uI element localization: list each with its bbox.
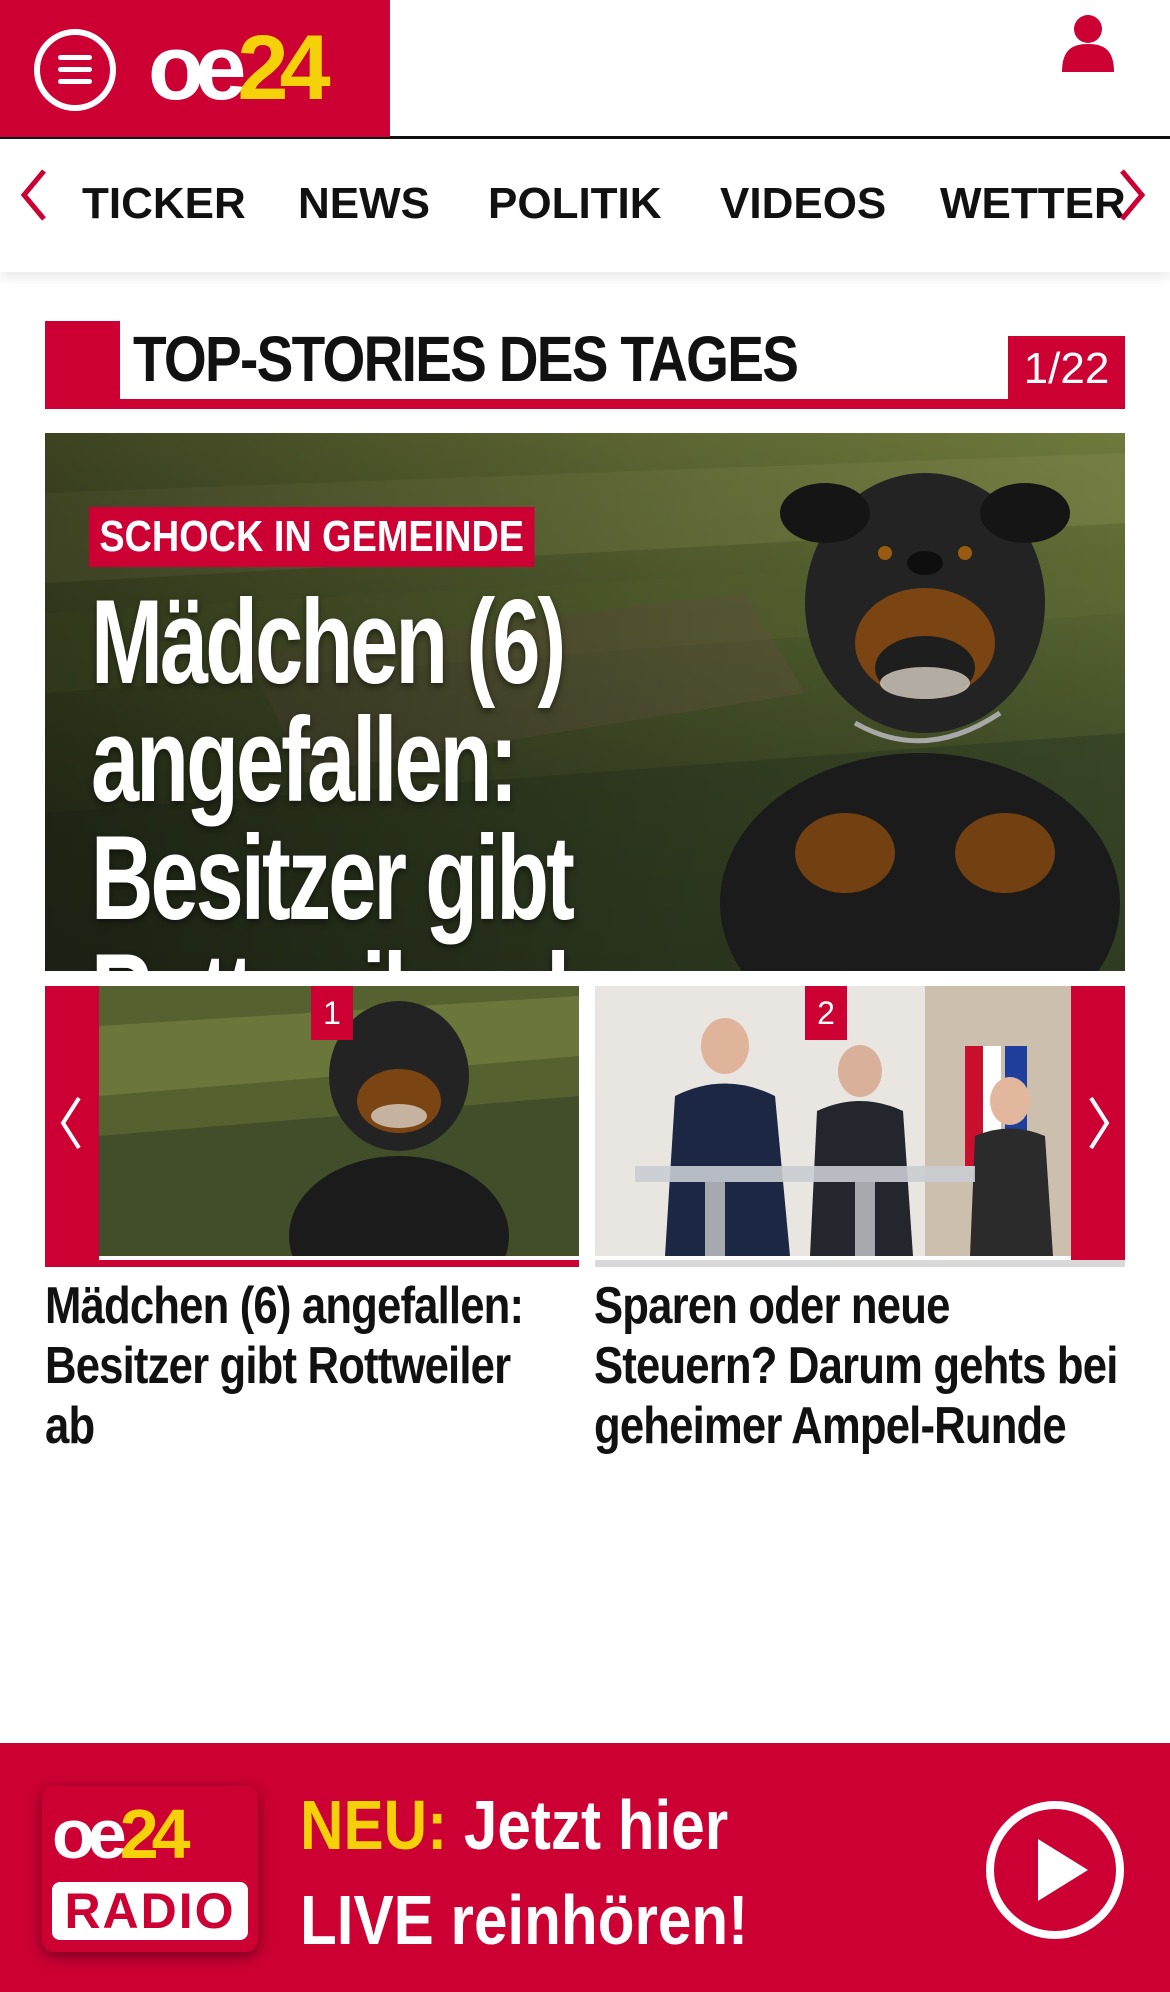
radio-logo-oe: oe <box>52 1795 127 1873</box>
chevron-right-icon <box>1089 1096 1110 1150</box>
story-carousel: 1 2 <box>45 986 1125 1267</box>
section-underline <box>45 399 1125 409</box>
play-button[interactable] <box>986 1801 1124 1939</box>
user-icon[interactable] <box>1062 14 1114 72</box>
logo-number: 24 <box>237 17 330 119</box>
section-accent <box>45 321 120 409</box>
inactive-indicator <box>595 1260 1125 1267</box>
hero-story[interactable]: SCHOCK IN GEMEINDE Mädchen (6) angefalle… <box>45 433 1125 971</box>
thumb-index-1: 1 <box>311 986 353 1040</box>
slide-counter: 1/22 <box>1008 336 1125 399</box>
nav-item-videos[interactable]: VIDEOS <box>720 179 886 229</box>
nav-item-wetter[interactable]: WETTER <box>940 179 1126 229</box>
carousel-thumb-1[interactable]: 1 <box>99 986 579 1256</box>
chevron-left-icon[interactable] <box>14 165 54 225</box>
chevron-left-icon <box>60 1096 81 1150</box>
active-indicator <box>45 1260 579 1267</box>
site-header: oe24 <box>0 0 1170 139</box>
chevron-right-icon[interactable] <box>1112 165 1152 225</box>
radio-line-2: LIVE reinhören! <box>300 1881 749 1959</box>
radio-line-1: Jetzt hier <box>447 1786 729 1864</box>
thumb-index-2: 2 <box>805 986 847 1040</box>
hamburger-menu-icon[interactable] <box>34 29 116 111</box>
story-title-2[interactable]: Sparen oder neue Steuern? Darum gehts be… <box>594 1276 1132 1456</box>
hero-kicker: SCHOCK IN GEMEINDE <box>89 507 535 567</box>
radio-highlight: NEU: <box>300 1786 448 1864</box>
brand-bar: oe24 <box>0 0 390 137</box>
site-logo[interactable]: oe24 <box>148 20 331 116</box>
top-stories-header: TOP-STORIES DES TAGES 1/22 <box>45 321 1125 409</box>
radio-logo: oe24 RADIO <box>42 1786 258 1952</box>
category-nav: TICKER NEWS POLITIK VIDEOS WETTER <box>0 139 1170 272</box>
play-icon <box>1038 1839 1088 1901</box>
nav-item-politik[interactable]: POLITIK <box>488 179 662 229</box>
radio-banner[interactable]: oe24 RADIO NEU: Jetzt hier LIVE reinhöre… <box>0 1743 1170 1992</box>
carousel-prev-button[interactable] <box>45 986 99 1260</box>
radio-logo-number: 24 <box>119 1795 191 1873</box>
story-title-1[interactable]: Mädchen (6) angefallen: Besitzer gibt Ro… <box>45 1276 549 1456</box>
carousel-next-button[interactable] <box>1071 986 1125 1260</box>
radio-promo-text: NEU: Jetzt hier LIVE reinhören! <box>300 1778 748 1968</box>
nav-item-news[interactable]: NEWS <box>298 179 430 229</box>
radio-logo-label: RADIO <box>52 1882 248 1940</box>
carousel-thumb-2[interactable]: 2 <box>595 986 1071 1256</box>
section-title: TOP-STORIES DES TAGES <box>133 323 799 395</box>
logo-oe: oe <box>148 17 246 119</box>
hero-headline[interactable]: Mädchen (6) angefallen: Besitzer gibt Ro… <box>91 582 811 971</box>
nav-item-ticker[interactable]: TICKER <box>82 179 246 229</box>
